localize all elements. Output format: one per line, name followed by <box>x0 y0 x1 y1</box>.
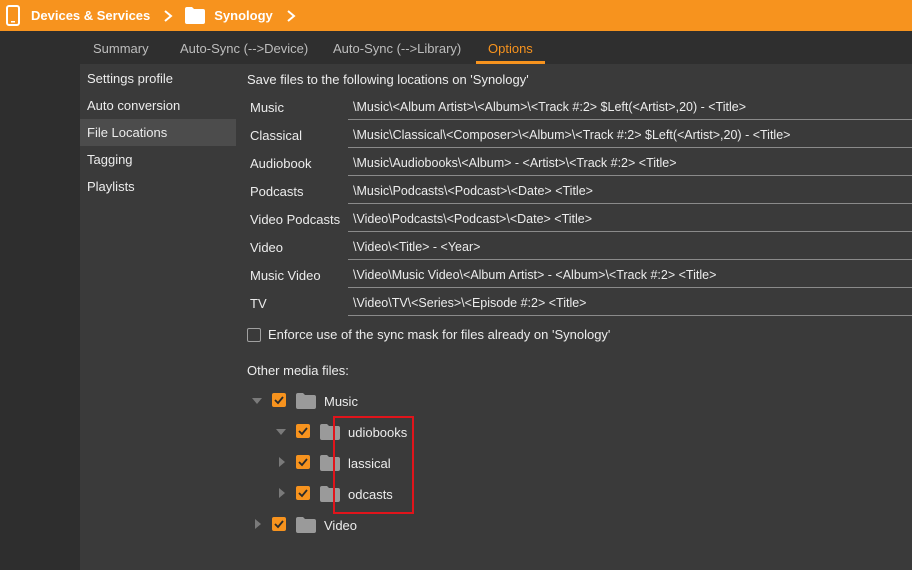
folder-icon <box>296 393 316 409</box>
tab-options[interactable]: Options <box>476 31 545 64</box>
expand-right-icon[interactable] <box>253 519 263 529</box>
tab-auto-sync-library[interactable]: Auto-Sync (-->Library) <box>333 31 461 64</box>
tab-bar: Summary Auto-Sync (-->Device) Auto-Sync … <box>80 31 912 64</box>
sidebar-item-settings-profile[interactable]: Settings profile <box>80 65 236 92</box>
sidebar-item-playlists[interactable]: Playlists <box>80 173 236 200</box>
location-row-music: Music \Music\<Album Artist>\<Album>\<Tra… <box>247 96 912 120</box>
location-label: Music Video <box>250 268 321 283</box>
location-label: Classical <box>250 128 303 143</box>
location-field-podcasts[interactable]: \Music\Podcasts\<Podcast>\<Date> <Title> <box>348 180 912 204</box>
locations-heading: Save files to the following locations on… <box>247 72 529 87</box>
location-field-audiobook[interactable]: \Music\Audiobooks\<Album> - <Artist>\<Tr… <box>348 152 912 176</box>
sidebar-item-tagging[interactable]: Tagging <box>80 146 236 173</box>
chevron-right-icon[interactable] <box>286 9 296 22</box>
location-label: TV <box>250 296 267 311</box>
location-field-tv[interactable]: \Video\TV\<Series>\<Episode #:2> <Title> <box>348 292 912 316</box>
location-row-podcasts: Podcasts \Music\Podcasts\<Podcast>\<Date… <box>247 180 912 204</box>
location-label: Audiobook <box>250 156 312 171</box>
chevron-right-icon <box>164 9 173 22</box>
tree-checkbox-video[interactable] <box>272 517 286 531</box>
sidebar-item-file-locations[interactable]: File Locations <box>80 119 236 146</box>
location-field-music-video[interactable]: \Video\Music Video\<Album Artist> - <Alb… <box>348 264 912 288</box>
tree-checkbox-music[interactable] <box>272 393 286 407</box>
tree-checkbox-audiobooks[interactable] <box>296 424 310 438</box>
location-label: Podcasts <box>250 184 304 199</box>
highlight-box <box>333 416 414 514</box>
sidebar-item-auto-conversion[interactable]: Auto conversion <box>80 92 236 119</box>
tab-auto-sync-device[interactable]: Auto-Sync (-->Device) <box>180 31 308 64</box>
location-row-music-video: Music Video \Video\Music Video\<Album Ar… <box>247 264 912 288</box>
expand-right-icon[interactable] <box>277 488 287 498</box>
tree-label-video[interactable]: Video <box>324 518 357 533</box>
location-row-video-podcasts: Video Podcasts \Video\Podcasts\<Podcast>… <box>247 208 912 232</box>
breadcrumb-devices-services[interactable]: Devices & Services <box>31 8 150 23</box>
expand-right-icon[interactable] <box>277 457 287 467</box>
location-row-tv: TV \Video\TV\<Series>\<Episode #:2> <Tit… <box>247 292 912 316</box>
top-bar: Devices & Services Synology <box>0 0 912 31</box>
location-row-video: Video \Video\<Title> - <Year> <box>247 236 912 260</box>
folder-icon <box>185 7 206 24</box>
options-panel: Summary Auto-Sync (-->Device) Auto-Sync … <box>80 31 912 570</box>
location-row-audiobook: Audiobook \Music\Audiobooks\<Album> - <A… <box>247 152 912 176</box>
active-tab-indicator <box>476 61 545 64</box>
breadcrumb: Devices & Services Synology <box>0 0 296 31</box>
expand-down-icon[interactable] <box>276 427 286 437</box>
location-label: Video <box>250 240 284 255</box>
expand-down-icon[interactable] <box>252 396 262 406</box>
location-field-video-podcasts[interactable]: \Video\Podcasts\<Podcast>\<Date> <Title> <box>348 208 912 232</box>
enforce-sync-mask-label: Enforce use of the sync mask for files a… <box>268 327 611 342</box>
phone-icon <box>6 5 20 26</box>
other-media-label: Other media files: <box>247 363 349 378</box>
tab-summary[interactable]: Summary <box>93 31 149 64</box>
location-field-video[interactable]: \Video\<Title> - <Year> <box>348 236 912 260</box>
tree-label-music[interactable]: Music <box>324 394 358 409</box>
left-gutter <box>0 31 80 570</box>
location-label: Video Podcasts <box>250 212 341 227</box>
tree-checkbox-podcasts[interactable] <box>296 486 310 500</box>
breadcrumb-synology[interactable]: Synology <box>214 8 273 23</box>
location-label: Music <box>250 100 284 115</box>
tree-checkbox-classical[interactable] <box>296 455 310 469</box>
location-row-classical: Classical \Music\Classical\<Composer>\<A… <box>247 124 912 148</box>
location-field-classical[interactable]: \Music\Classical\<Composer>\<Album>\<Tra… <box>348 124 912 148</box>
enforce-sync-mask-checkbox[interactable] <box>247 328 261 342</box>
location-field-music[interactable]: \Music\<Album Artist>\<Album>\<Track #:2… <box>348 96 912 120</box>
folder-icon <box>296 517 316 533</box>
